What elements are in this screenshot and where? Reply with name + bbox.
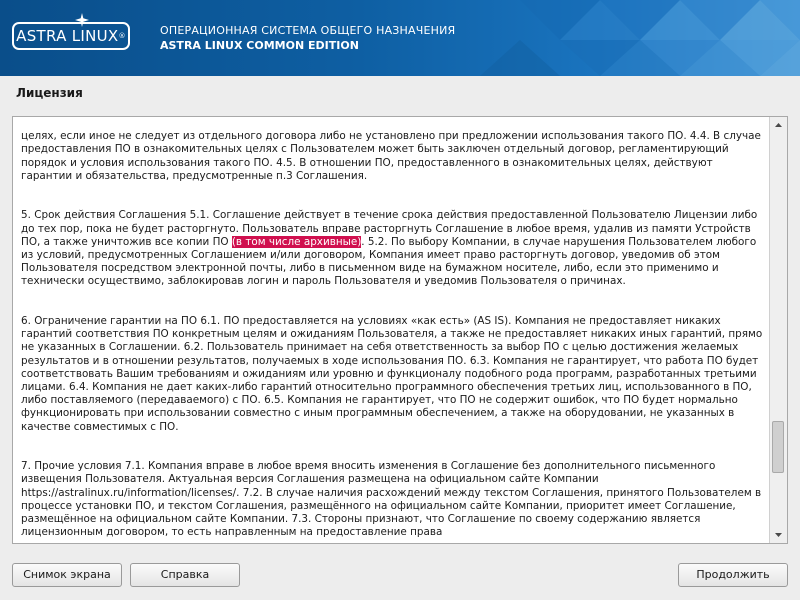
continue-button[interactable]: Продолжить: [678, 563, 788, 587]
logo-text: ASTRA LINUX: [16, 27, 119, 45]
header-title-line2: ASTRA LINUX COMMON EDITION: [160, 39, 359, 52]
header-title-line1: ОПЕРАЦИОННАЯ СИСТЕМА ОБЩЕГО НАЗНАЧЕНИЯ: [160, 24, 456, 37]
arrow-down-icon: [775, 533, 782, 537]
star-icon: [75, 13, 89, 27]
arrow-up-icon: [775, 123, 782, 127]
vertical-scrollbar[interactable]: [769, 117, 787, 543]
scroll-down-button[interactable]: [770, 527, 787, 543]
license-text: целях, если иное не следует из отдельног…: [21, 117, 763, 543]
header-banner: ASTRA LINUX® ОПЕРАЦИОННАЯ СИСТЕМА ОБЩЕГО…: [0, 0, 800, 76]
section-title: Лицензия: [16, 86, 83, 100]
license-paragraph: 7. Прочие условия 7.1. Компания вправе в…: [21, 460, 762, 539]
license-paragraph: 6. Ограничение гарантии на ПО 6.1. ПО пр…: [21, 315, 763, 433]
screenshot-button[interactable]: Снимок экрана: [12, 563, 122, 587]
scroll-up-button[interactable]: [770, 117, 787, 133]
license-text-highlight: (в том числе архивные): [231, 235, 362, 248]
astra-linux-logo: ASTRA LINUX®: [12, 13, 130, 50]
trademark-symbol: ®: [118, 32, 126, 40]
license-paragraph: целях, если иное не следует из отдельног…: [21, 130, 761, 182]
help-button[interactable]: Справка: [130, 563, 240, 587]
license-paragraph: 5. Срок действия Соглашения 5.1. Соглаше…: [21, 209, 763, 288]
license-text-area[interactable]: целях, если иное не следует из отдельног…: [12, 116, 788, 544]
scrollbar-thumb[interactable]: [772, 421, 784, 473]
